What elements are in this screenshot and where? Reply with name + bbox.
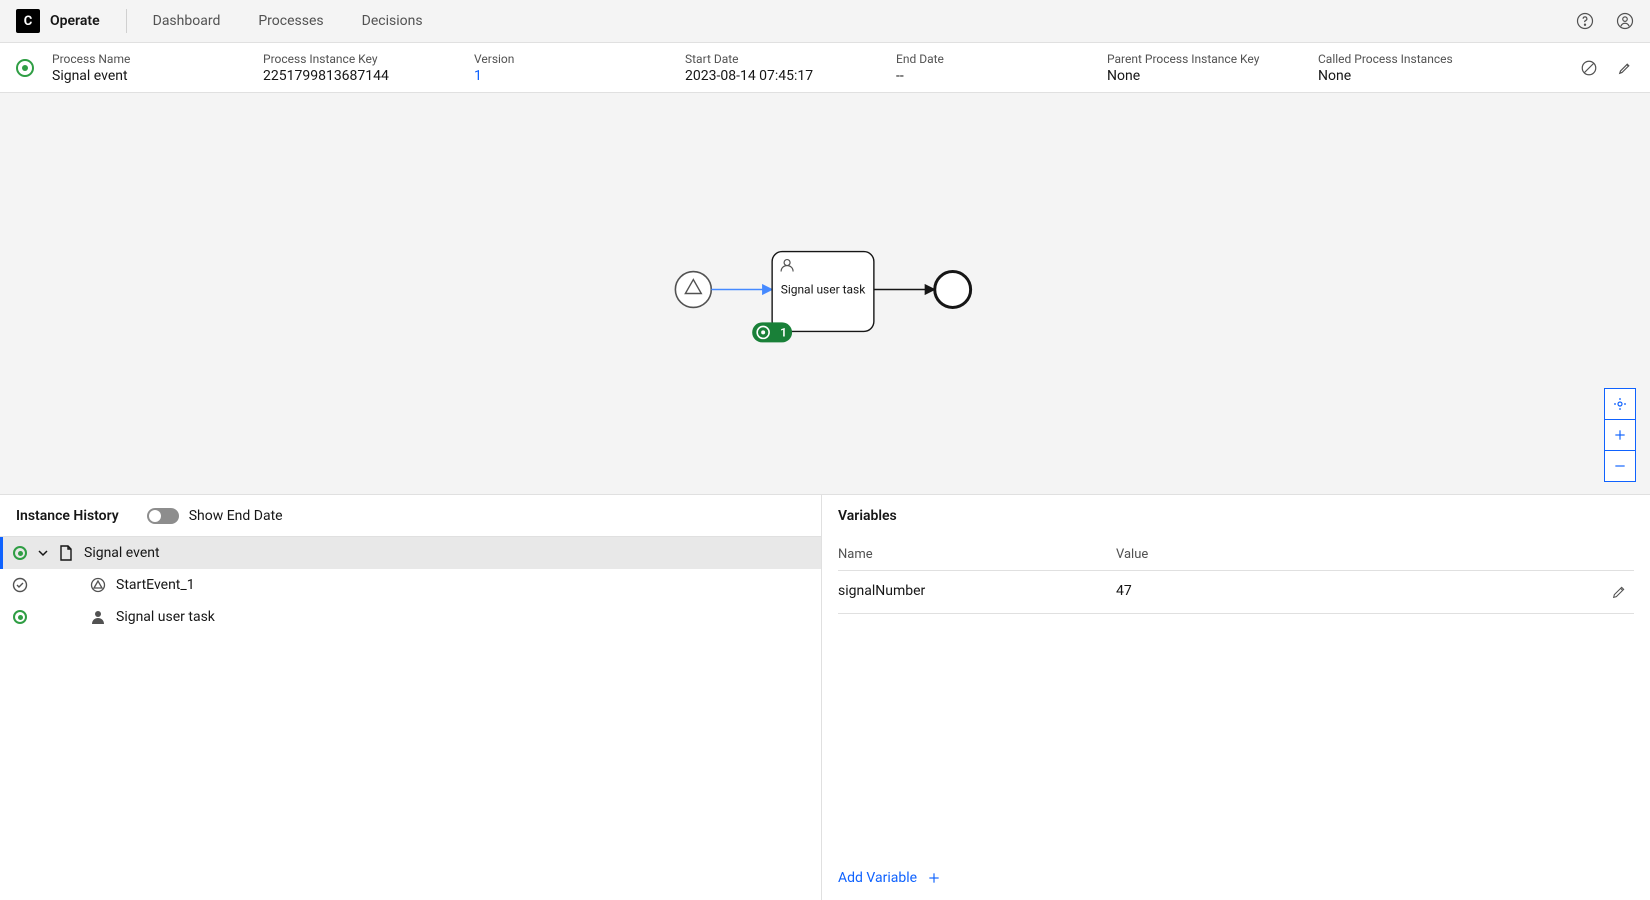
variable-row[interactable]: signalNumber 47 bbox=[838, 571, 1634, 614]
user-task-icon bbox=[90, 609, 106, 625]
zoom-out-button[interactable] bbox=[1604, 450, 1636, 482]
brand-logo: C bbox=[16, 9, 40, 33]
info-start-date: Start Date 2023-08-14 07:45:17 bbox=[685, 52, 896, 84]
add-variable-label: Add Variable bbox=[838, 870, 917, 886]
divider bbox=[126, 9, 127, 33]
nav-processes[interactable]: Processes bbox=[258, 13, 323, 29]
top-nav: Dashboard Processes Decisions bbox=[153, 13, 423, 29]
signal-start-event-icon bbox=[90, 577, 106, 593]
info-called-instances: Called Process Instances None bbox=[1318, 52, 1529, 84]
info-process-name: Process Name Signal event bbox=[52, 52, 263, 84]
value: -- bbox=[896, 68, 1107, 84]
col-name: Name bbox=[838, 547, 1116, 562]
node-label: Signal user task bbox=[116, 609, 215, 625]
panel-title: Instance History bbox=[16, 508, 119, 524]
info-instance-key: Process Instance Key 2251799813687144 bbox=[263, 52, 474, 84]
task-label: Signal user task bbox=[781, 283, 866, 297]
topbar-actions bbox=[1576, 12, 1634, 30]
add-variable-button[interactable]: Add Variable bbox=[838, 856, 1634, 900]
plus-icon bbox=[927, 871, 941, 885]
status-active-icon bbox=[12, 609, 28, 625]
col-value: Value bbox=[1116, 547, 1604, 562]
value: 2251799813687144 bbox=[263, 68, 474, 84]
value: 2023-08-14 07:45:17 bbox=[685, 68, 896, 84]
status-active-icon bbox=[12, 545, 28, 561]
zoom-controls bbox=[1604, 388, 1636, 482]
chevron-down-icon[interactable] bbox=[38, 548, 48, 558]
nav-decisions[interactable]: Decisions bbox=[362, 13, 423, 29]
node-label: StartEvent_1 bbox=[116, 577, 195, 593]
task-instance-count-badge: 1 bbox=[780, 325, 787, 339]
label: Start Date bbox=[685, 52, 896, 66]
value[interactable]: 1 bbox=[474, 68, 685, 84]
value: None bbox=[1318, 68, 1529, 84]
toggle-label: Show End Date bbox=[189, 508, 283, 524]
panel-title: Variables bbox=[838, 508, 897, 524]
cancel-instance-icon[interactable] bbox=[1580, 59, 1598, 77]
brand-title: Operate bbox=[50, 13, 100, 29]
process-icon bbox=[58, 545, 74, 561]
variables-panel: Variables Name Value signalNumber 47 Add… bbox=[822, 495, 1650, 900]
info-end-date: End Date -- bbox=[896, 52, 1107, 84]
zoom-reset-button[interactable] bbox=[1604, 388, 1636, 420]
help-icon[interactable] bbox=[1576, 12, 1594, 30]
instance-info-bar: Process Name Signal event Process Instan… bbox=[0, 43, 1650, 93]
value: None bbox=[1107, 68, 1318, 84]
instance-history-panel: Instance History Show End Date Signal ev… bbox=[0, 495, 822, 900]
variable-value: 47 bbox=[1116, 583, 1604, 601]
node-label: Signal event bbox=[84, 545, 160, 561]
history-tree: Signal event StartEvent_1 bbox=[0, 537, 821, 900]
tree-row-start-event[interactable]: StartEvent_1 bbox=[0, 569, 821, 601]
label: Parent Process Instance Key bbox=[1107, 52, 1318, 66]
tree-row-user-task[interactable]: Signal user task bbox=[0, 601, 821, 633]
label: End Date bbox=[896, 52, 1107, 66]
status-completed-icon bbox=[12, 577, 28, 593]
nav-dashboard[interactable]: Dashboard bbox=[153, 13, 221, 29]
label: Process Name bbox=[52, 52, 263, 66]
value: Signal event bbox=[52, 68, 263, 84]
diagram-area[interactable]: Signal user task 1 bbox=[0, 93, 1650, 495]
label: Process Instance Key bbox=[263, 52, 474, 66]
brand: C Operate bbox=[16, 9, 100, 33]
modify-instance-icon[interactable] bbox=[1616, 59, 1634, 77]
tree-row-process[interactable]: Signal event bbox=[0, 537, 821, 569]
variable-name: signalNumber bbox=[838, 583, 1116, 601]
bpmn-diagram: Signal user task 1 bbox=[0, 93, 1650, 494]
info-version: Version 1 bbox=[474, 52, 685, 84]
variables-table-header: Name Value bbox=[838, 537, 1634, 571]
top-bar: C Operate Dashboard Processes Decisions bbox=[0, 0, 1650, 43]
zoom-in-button[interactable] bbox=[1604, 419, 1636, 451]
label: Version bbox=[474, 52, 685, 66]
label: Called Process Instances bbox=[1318, 52, 1529, 66]
info-parent-key: Parent Process Instance Key None bbox=[1107, 52, 1318, 84]
bottom-panels: Instance History Show End Date Signal ev… bbox=[0, 495, 1650, 900]
edit-variable-icon[interactable] bbox=[1604, 583, 1634, 601]
user-icon[interactable] bbox=[1616, 12, 1634, 30]
instance-status-active-icon bbox=[16, 59, 34, 77]
show-end-date-toggle[interactable] bbox=[147, 508, 179, 524]
